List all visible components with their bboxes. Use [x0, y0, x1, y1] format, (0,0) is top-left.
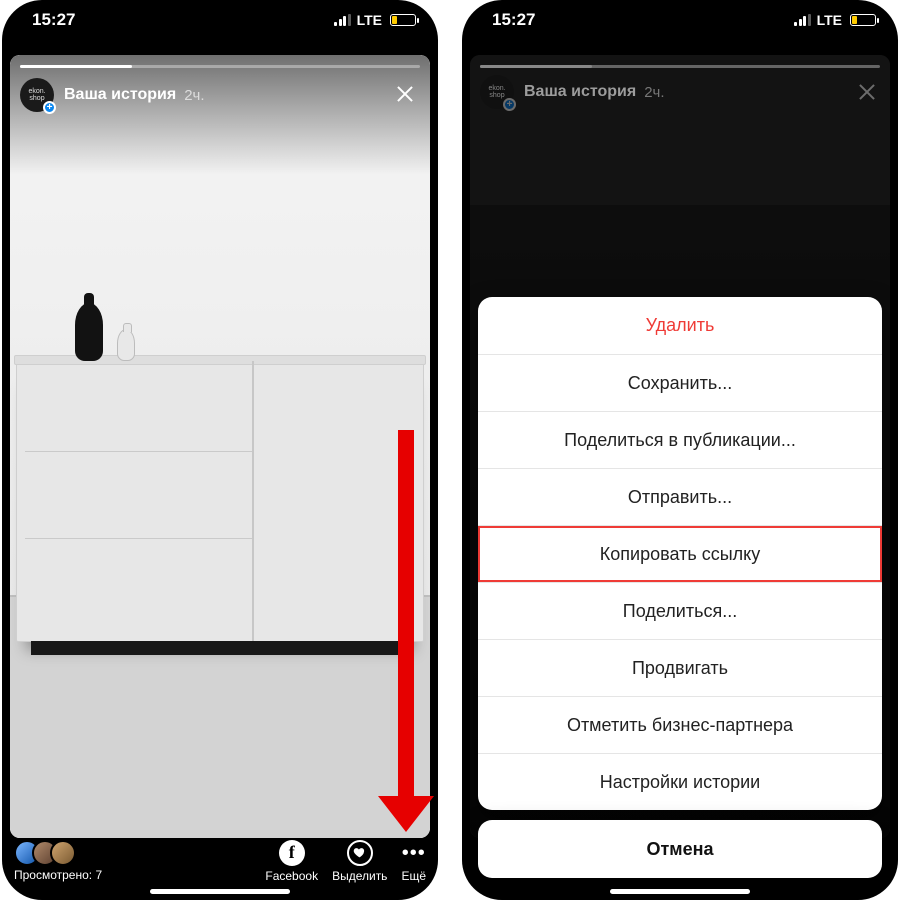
close-icon[interactable]: [390, 80, 420, 110]
story-elapsed: 2ч.: [644, 84, 664, 101]
sheet-item-6[interactable]: Продвигать: [478, 639, 882, 696]
profile-avatar[interactable]: ekon. shop +: [20, 78, 54, 112]
home-indicator[interactable]: [610, 889, 750, 894]
more-icon: •••: [402, 840, 426, 866]
story-bottom-bar: Просмотрено: 7 f Facebook Выделить ••• Е…: [2, 832, 438, 890]
story-title: Ваша история: [524, 83, 636, 101]
sheet-item-0[interactable]: Удалить: [478, 297, 882, 354]
sheet-item-5[interactable]: Поделиться...: [478, 582, 882, 639]
home-indicator[interactable]: [150, 889, 290, 894]
cancel-button[interactable]: Отмена: [478, 820, 882, 878]
status-time: 15:27: [492, 10, 535, 30]
status-bar: 15:27 LTE: [462, 0, 898, 40]
sheet-item-3[interactable]: Отправить...: [478, 468, 882, 525]
share-facebook-button[interactable]: f Facebook: [265, 840, 318, 883]
sheet-item-7[interactable]: Отметить бизнес-партнера: [478, 696, 882, 753]
sheet-item-4[interactable]: Копировать ссылку: [478, 525, 882, 582]
phone-screen-story: 15:27 LTE: [2, 0, 438, 900]
profile-avatar: ekon. shop +: [480, 75, 514, 109]
heart-icon: [347, 840, 373, 866]
status-time: 15:27: [32, 10, 75, 30]
highlight-button[interactable]: Выделить: [332, 840, 387, 883]
phone-screen-actionsheet: 15:27 LTE ekon. shop + Ваша история 2ч.: [462, 0, 898, 900]
sheet-item-1[interactable]: Сохранить...: [478, 354, 882, 411]
sheet-item-2[interactable]: Поделиться в публикации...: [478, 411, 882, 468]
more-button[interactable]: ••• Ещё: [401, 840, 426, 883]
sheet-item-8[interactable]: Настройки истории: [478, 753, 882, 810]
signal-icon: [334, 14, 351, 26]
signal-icon: [794, 14, 811, 26]
network-label: LTE: [817, 12, 842, 28]
story-image: [10, 55, 430, 838]
story-progress: [20, 65, 420, 68]
viewers-avatars: [14, 840, 76, 866]
facebook-icon: f: [279, 840, 305, 866]
viewers-button[interactable]: Просмотрено: 7: [14, 840, 102, 882]
story-title[interactable]: Ваша история: [64, 86, 176, 104]
battery-icon: [850, 14, 876, 26]
add-story-icon: +: [503, 98, 516, 111]
story-elapsed: 2ч.: [184, 87, 204, 104]
battery-icon: [390, 14, 416, 26]
story-viewer[interactable]: ekon. shop + Ваша история 2ч.: [10, 55, 430, 838]
action-sheet: УдалитьСохранить...Поделиться в публикац…: [478, 297, 882, 878]
viewers-label: Просмотрено: 7: [14, 868, 102, 882]
add-story-icon: +: [43, 101, 56, 114]
network-label: LTE: [357, 12, 382, 28]
status-bar: 15:27 LTE: [2, 0, 438, 40]
close-icon: [854, 79, 880, 105]
annotation-arrow: [398, 430, 414, 800]
